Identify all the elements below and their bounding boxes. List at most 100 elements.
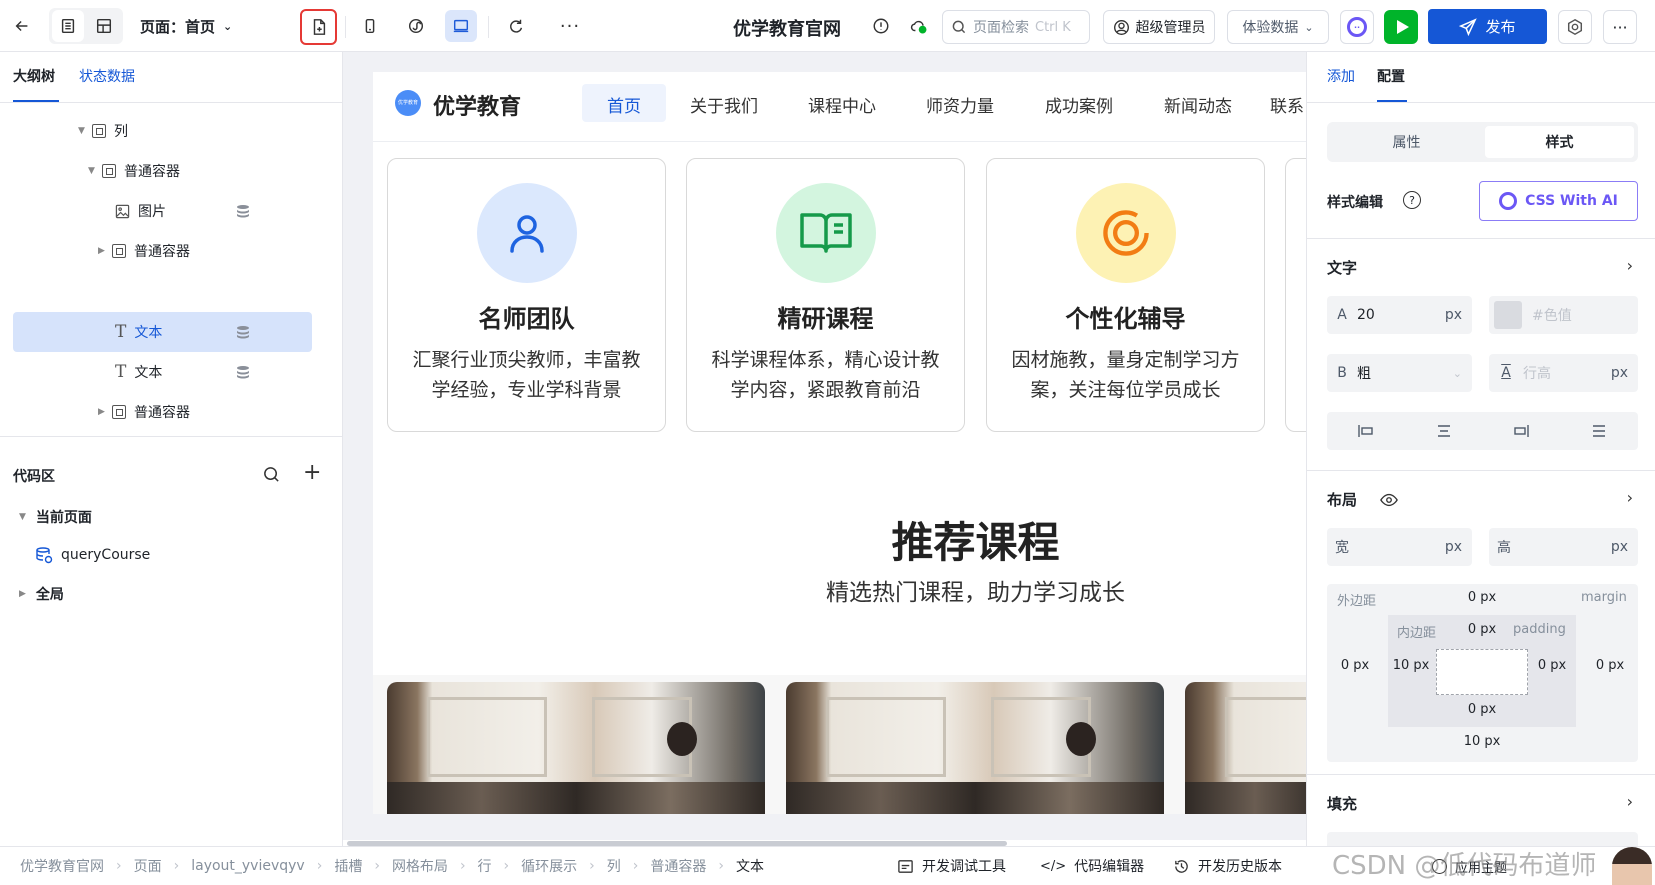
new-page-icon[interactable] <box>300 9 337 45</box>
query-item[interactable]: queryCourse <box>35 546 150 564</box>
nav-item-news[interactable]: 新闻动态 <box>1149 92 1247 117</box>
search-icon[interactable] <box>262 465 281 484</box>
theme-button[interactable]: 应用主题 <box>1432 857 1507 876</box>
nav-item-cases[interactable]: 成功案例 <box>1030 92 1128 117</box>
align-center-icon[interactable] <box>1435 422 1453 440</box>
debug-tools-button[interactable]: 开发调试工具 <box>897 856 1006 876</box>
tab-config[interactable]: 配置 <box>1377 66 1405 86</box>
feature-card-partial[interactable] <box>1285 158 1306 432</box>
breadcrumb-item[interactable]: layout_yvievqyv <box>191 858 305 874</box>
publish-button[interactable]: 发布 <box>1428 9 1547 44</box>
status-bar: 优学教育官网 › 页面 › layout_yvievqyv › 插槽 › 网格布… <box>0 846 1655 885</box>
tree-node-text[interactable]: T 文本 <box>115 352 162 392</box>
query-label: queryCourse <box>61 547 151 563</box>
breadcrumb-item[interactable]: 页面 <box>134 856 162 876</box>
tree-node-column[interactable]: ▼ 列 <box>78 111 128 151</box>
window-shape <box>826 697 946 777</box>
chevron-right-icon[interactable]: › <box>1627 792 1633 811</box>
divider <box>0 436 342 437</box>
line-height-field[interactable]: A 行高 px <box>1489 354 1638 392</box>
tab-state-data[interactable]: 状态数据 <box>79 66 135 86</box>
feature-card[interactable]: 名师团队 汇聚行业顶尖教师，丰富教学经验，专业学科背景 <box>387 158 666 432</box>
tab-add[interactable]: 添加 <box>1327 66 1355 86</box>
nav-item-about[interactable]: 关于我们 <box>675 92 773 117</box>
mobile-view-icon[interactable] <box>354 10 386 42</box>
more-menu-button[interactable]: ··· <box>1603 10 1637 44</box>
padding-left-value[interactable]: 10 px <box>1389 658 1433 673</box>
image-icon <box>115 204 130 219</box>
user-button[interactable]: 超级管理员 <box>1103 10 1215 44</box>
desktop-view-icon[interactable] <box>445 10 477 42</box>
code-editor-button[interactable]: </> 代码编辑器 <box>1040 856 1144 876</box>
info-icon[interactable] <box>865 10 897 42</box>
tree-node-container[interactable]: ▶ 普通容器 <box>98 231 190 271</box>
width-field[interactable]: 宽 px <box>1327 528 1472 566</box>
tree-node-image[interactable]: 图片 <box>115 191 166 231</box>
page-selector[interactable]: 页面：首页 ⌄ <box>140 16 232 37</box>
chevron-right-icon[interactable]: › <box>1627 488 1633 507</box>
course-image[interactable] <box>1185 682 1306 814</box>
history-button[interactable]: 开发历史版本 <box>1173 856 1282 876</box>
current-page-group[interactable]: ▼ 当前页面 <box>19 507 92 527</box>
breadcrumb-item[interactable]: 循环展示 <box>521 856 577 876</box>
seg-style[interactable]: 样式 <box>1485 126 1634 158</box>
preview-button[interactable] <box>1384 10 1418 44</box>
margin-top-value[interactable]: 0 px <box>1452 590 1512 605</box>
help-icon[interactable]: ? <box>1403 191 1421 209</box>
font-weight-select[interactable]: B 粗 ⌄ <box>1327 354 1472 392</box>
palette-icon <box>1432 859 1447 874</box>
margin-left-value[interactable]: 0 px <box>1329 658 1381 673</box>
seg-attributes[interactable]: 属性 <box>1331 126 1482 158</box>
margin-right-value[interactable]: 0 px <box>1584 658 1636 673</box>
css-ai-button[interactable]: CSS With AI <box>1479 181 1638 221</box>
breadcrumb-item[interactable]: 普通容器 <box>650 856 706 876</box>
breadcrumb-item[interactable]: 行 <box>478 856 492 876</box>
nav-item-courses[interactable]: 课程中心 <box>793 92 891 117</box>
margin-bottom-value[interactable]: 10 px <box>1452 734 1512 749</box>
height-field[interactable]: 高 px <box>1489 528 1638 566</box>
tree-node-container[interactable]: ▶ 普通容器 <box>98 392 190 432</box>
nav-item-teachers[interactable]: 师资力量 <box>911 92 1009 117</box>
tab-outline-tree[interactable]: 大纲树 <box>13 66 55 86</box>
padding-right-value[interactable]: 0 px <box>1529 658 1575 673</box>
nav-item-contact[interactable]: 联系 <box>1270 92 1304 117</box>
text-align-group <box>1327 412 1638 450</box>
font-size-field[interactable]: A 20 px <box>1327 296 1472 334</box>
data-mode-select[interactable]: 体验数据 ⌄ <box>1227 10 1329 44</box>
mini-program-icon[interactable] <box>400 10 432 42</box>
fill-field[interactable] <box>1327 832 1638 846</box>
refresh-icon[interactable] <box>500 10 532 42</box>
color-field[interactable]: #色值 <box>1489 296 1638 334</box>
feature-card[interactable]: 个性化辅导 因材施教，量身定制学习方案，关注每位学员成长 <box>986 158 1265 432</box>
avatar[interactable] <box>1612 847 1652 885</box>
layout-icon[interactable] <box>88 10 120 42</box>
padding-bottom-value[interactable]: 0 px <box>1452 702 1512 717</box>
settings-button[interactable] <box>1558 10 1592 44</box>
tree-node-text-selected[interactable]: T 文本 <box>115 312 162 352</box>
eye-icon[interactable] <box>1379 491 1399 509</box>
add-icon[interactable]: + <box>303 460 321 485</box>
tree-node-container[interactable]: ▼ 普通容器 <box>88 151 180 191</box>
ai-icon <box>1499 192 1518 210</box>
feature-card[interactable]: 精研课程 科学课程体系，精心设计教学内容，紧跟教育前沿 <box>686 158 965 432</box>
page-list-icon[interactable] <box>52 10 84 42</box>
page-search[interactable]: 页面检索 Ctrl K <box>942 10 1090 44</box>
more-icon[interactable]: ··· <box>554 10 586 42</box>
global-group[interactable]: ▶ 全局 <box>19 584 64 604</box>
align-right-icon[interactable] <box>1512 422 1530 440</box>
padding-top-value[interactable]: 0 px <box>1452 622 1512 637</box>
back-arrow-icon[interactable] <box>6 10 38 42</box>
breadcrumb-item[interactable]: 列 <box>607 856 621 876</box>
breadcrumb-item[interactable]: 优学教育官网 <box>20 856 104 876</box>
course-image[interactable] <box>786 682 1164 814</box>
chevron-right-icon[interactable]: › <box>1627 256 1633 275</box>
breadcrumb-item[interactable]: 插槽 <box>334 856 362 876</box>
cloud-sync-icon[interactable] <box>903 10 935 42</box>
align-justify-icon[interactable] <box>1590 422 1608 440</box>
course-image[interactable] <box>387 682 765 814</box>
breadcrumb-item-current[interactable]: 文本 <box>736 856 764 876</box>
ai-assistant-button[interactable]: ·· <box>1340 10 1374 44</box>
align-left-icon[interactable] <box>1357 422 1375 440</box>
breadcrumb-item[interactable]: 网格布局 <box>392 856 448 876</box>
nav-item-home[interactable]: 首页 <box>591 92 657 117</box>
